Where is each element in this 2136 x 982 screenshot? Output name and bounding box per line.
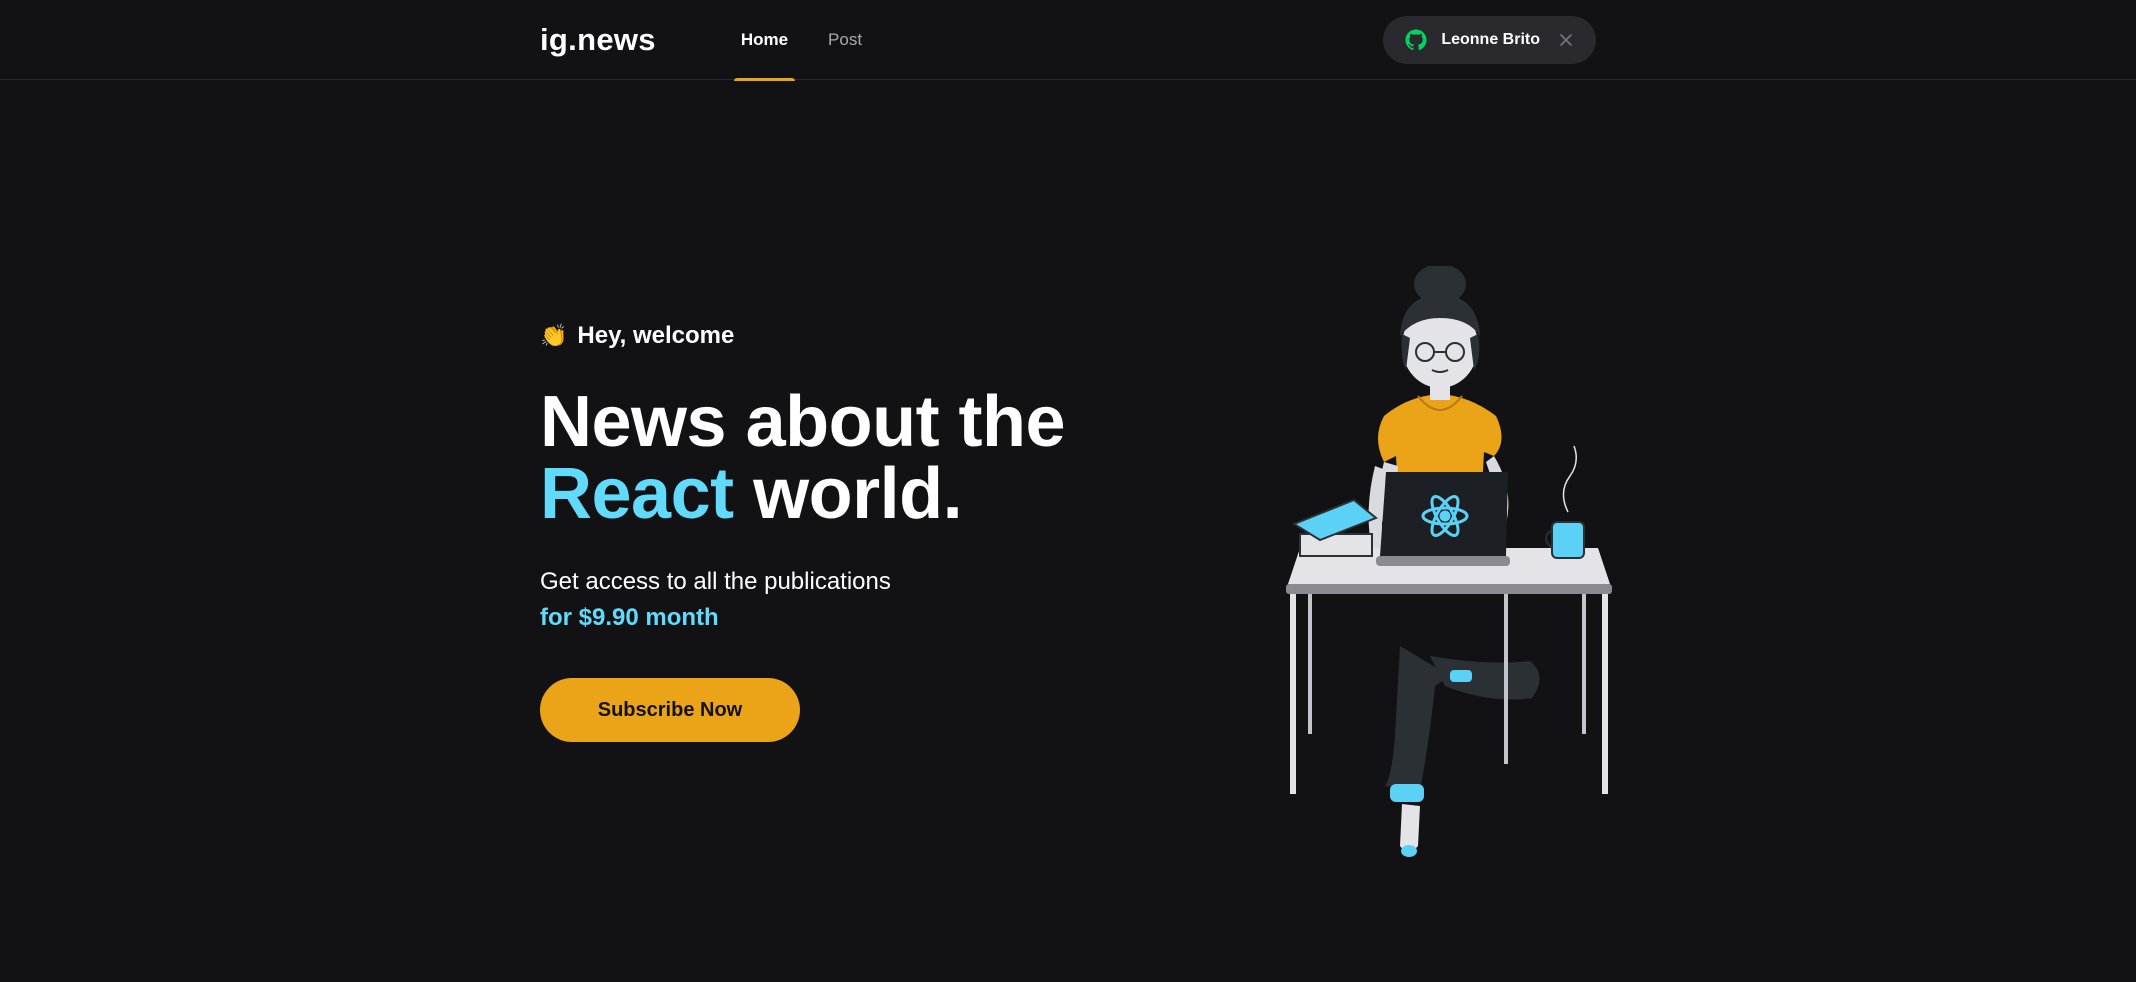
header-inner: ig.news Home Post Leonne Brito (540, 0, 1596, 81)
avatar-illustration (1280, 264, 1620, 876)
welcome-text: Hey, welcome (577, 322, 735, 349)
hero-section: 👏 Hey, welcome News about the React worl… (540, 80, 1612, 981)
subtitle-text: Get access to all the publications (540, 568, 891, 595)
developer-at-desk-illustration (1286, 264, 1612, 857)
hero-subtitle: Get access to all the publications for $… (540, 564, 1065, 636)
clapping-hands-icon: 👏 (540, 323, 568, 348)
main-nav: Home Post (733, 0, 895, 81)
headline-accent: React (540, 454, 734, 534)
logo-suffix: news (577, 22, 656, 57)
hero-headline: News about the React world. (540, 386, 1066, 530)
headline-rest: world. (733, 454, 963, 534)
nav-link-post[interactable]: Post (821, 0, 869, 80)
hero-content: 👏 Hey, welcome News about the React worl… (540, 322, 1066, 742)
subscribe-button[interactable]: Subscribe Now (540, 678, 800, 742)
headline-line1: News about the (540, 382, 1066, 462)
logo[interactable]: ig.news (540, 22, 656, 58)
price-text: for $9.90 month (540, 604, 719, 631)
github-icon (1405, 29, 1427, 51)
github-user-name: Leonne Brito (1441, 31, 1540, 48)
logo-dot: . (568, 22, 578, 57)
github-signin-button[interactable]: Leonne Brito (1383, 16, 1596, 64)
welcome-line: 👏 Hey, welcome (540, 322, 1065, 350)
logo-main: ig (540, 22, 569, 57)
close-icon[interactable] (1558, 32, 1574, 48)
nav-link-home[interactable]: Home (733, 0, 796, 81)
top-header: ig.news Home Post Leonne Brito (0, 0, 2136, 81)
